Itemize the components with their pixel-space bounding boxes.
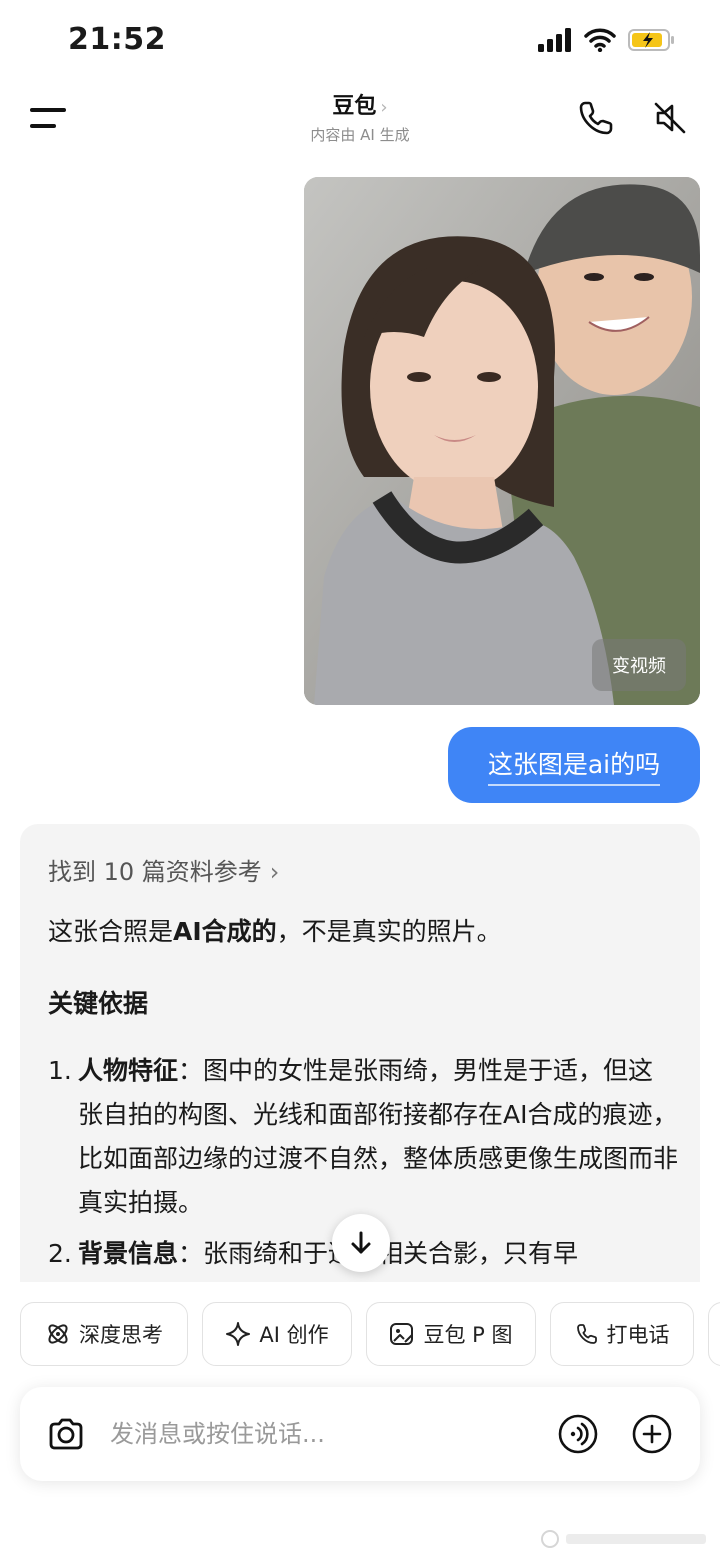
chat-header: 豆包 › 内容由 AI 生成 xyxy=(0,80,720,160)
answer-bold-part: AI合成的 xyxy=(173,917,277,946)
status-time: 21:52 xyxy=(68,22,166,57)
chip-label: 打电话 xyxy=(606,1323,670,1347)
references-label: 找到 10 篇资料参考 xyxy=(48,858,262,886)
user-message-text: 这张图是ai的吗 xyxy=(487,745,661,786)
chip-call[interactable]: 打电话 xyxy=(550,1302,694,1366)
chevron-right-icon: › xyxy=(380,97,388,118)
chip-label: AI 创作 xyxy=(259,1323,329,1347)
uploaded-photo[interactable]: 变视频 xyxy=(304,177,700,705)
chevron-right-icon: › xyxy=(269,858,280,886)
chip-more[interactable] xyxy=(708,1302,720,1366)
chip-deep-think[interactable]: 深度思考 xyxy=(20,1302,188,1366)
list-item-title: 人物特征 xyxy=(78,1056,179,1085)
answer-text-part: ，不是真实的照片。 xyxy=(276,917,502,946)
arrow-down-icon xyxy=(351,1231,371,1254)
list-item-title: 背景信息 xyxy=(78,1239,179,1268)
battery-charging-icon xyxy=(628,29,674,51)
phone-icon xyxy=(576,1324,597,1344)
wifi-icon xyxy=(584,28,616,52)
list-number: 1. xyxy=(48,1056,72,1085)
message-composer xyxy=(20,1387,700,1481)
list-item: 1. 人物特征：图中的女性是张雨绮，男性是于适，但这张自拍的构图、光线和面部衔接… xyxy=(48,1049,678,1225)
section-heading: 关键依据 xyxy=(48,989,149,1018)
references-link[interactable]: 找到 10 篇资料参考 › xyxy=(48,852,279,887)
image-edit-icon xyxy=(390,1323,414,1345)
plus-icon[interactable] xyxy=(632,1414,672,1454)
answer-text-part: 这张合照是 xyxy=(48,917,174,946)
voice-input-icon[interactable] xyxy=(558,1414,598,1454)
status-bar: 21:52 xyxy=(0,0,720,80)
chip-label: 深度思考 xyxy=(79,1323,163,1347)
quick-actions-bar: 深度思考 AI 创作 豆包 P 图 打电话 xyxy=(0,1282,720,1382)
to-video-button[interactable]: 变视频 xyxy=(592,639,686,691)
watermark-logo xyxy=(541,1530,706,1548)
chip-label: 豆包 P 图 xyxy=(423,1323,513,1347)
chip-photo-edit[interactable]: 豆包 P 图 xyxy=(366,1302,536,1366)
list-item-text: 人物特征：图中的女性是张雨绮，男性是于适，但这张自拍的构图、光线和面部衔接都存在… xyxy=(78,1049,678,1225)
camera-icon[interactable] xyxy=(46,1414,86,1454)
sparkle-icon xyxy=(226,1322,251,1346)
chat-title[interactable]: 豆包 xyxy=(332,94,376,119)
status-icons xyxy=(538,28,676,52)
list-number: 2. xyxy=(48,1239,72,1268)
chip-ai-create[interactable]: AI 创作 xyxy=(202,1302,352,1366)
user-message-bubble[interactable]: 这张图是ai的吗 xyxy=(448,727,700,803)
photo-illustration xyxy=(304,177,700,705)
scroll-to-bottom-button[interactable] xyxy=(332,1214,390,1272)
speaker-muted-icon[interactable] xyxy=(650,98,690,138)
signal-icon xyxy=(538,28,571,52)
atom-icon xyxy=(48,1324,68,1344)
phone-icon[interactable] xyxy=(576,98,616,138)
answer-summary: 这张合照是AI合成的，不是真实的照片。 xyxy=(48,912,502,948)
message-input[interactable] xyxy=(110,1409,530,1459)
